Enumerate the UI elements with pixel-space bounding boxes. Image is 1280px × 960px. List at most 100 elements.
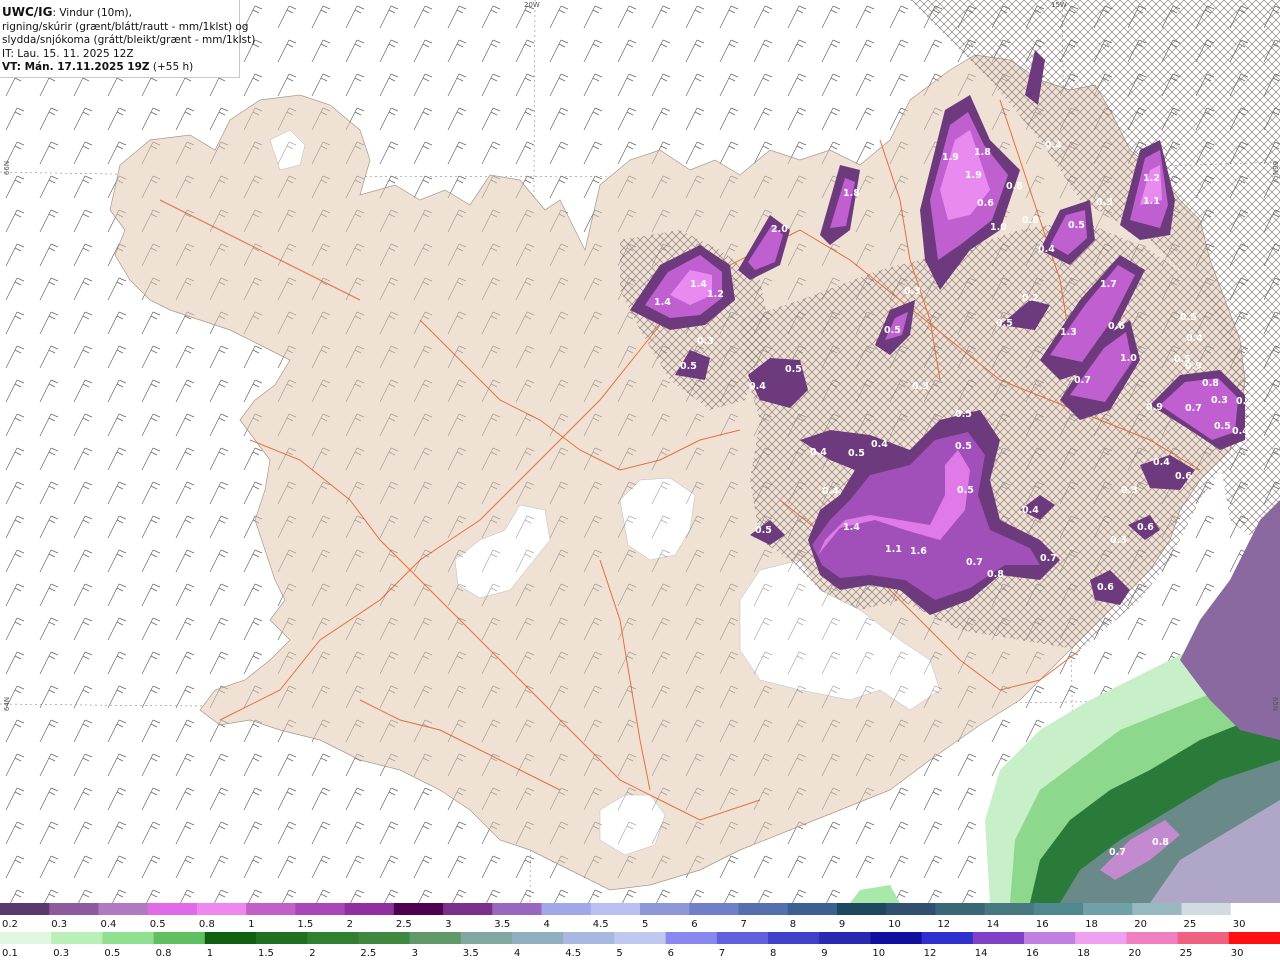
- precip-label: 0.5: [957, 485, 974, 496]
- rain-scale-label: 1.5: [258, 948, 274, 959]
- rain-scale-label: 12: [924, 948, 937, 959]
- snow-scale-swatch: [295, 903, 346, 915]
- rain-scale-label: 0.5: [104, 948, 120, 959]
- precip-label: 0.5: [955, 441, 972, 452]
- precip-label: 0.3: [1211, 395, 1228, 406]
- snow-scale-label: 7: [740, 919, 746, 930]
- rain-scale-swatch: [1228, 932, 1280, 944]
- precip-label: 0.8: [1022, 215, 1039, 226]
- rain-scale-label: 25: [1180, 948, 1193, 959]
- precip-label: 0.3: [697, 336, 714, 347]
- snow-scale-label: 0.5: [150, 919, 166, 930]
- snow-scale-label: 14: [987, 919, 1000, 930]
- precip-label: 0.6: [1137, 522, 1154, 533]
- rain-scale-swatch: [204, 932, 257, 944]
- parallel-label-65n-right: 65N: [1271, 696, 1280, 712]
- snow-scale-label: 9: [839, 919, 845, 930]
- snow-scale-label: 20: [1134, 919, 1147, 930]
- precip-label: 0.7: [1185, 403, 1202, 414]
- rain-scale-label: 9: [821, 948, 827, 959]
- rain-scale-label: 0.1: [2, 948, 18, 959]
- rain-scale-label: 30: [1231, 948, 1244, 959]
- snow-scale-swatch: [443, 903, 493, 915]
- rain-scale-swatch: [1177, 932, 1230, 944]
- snow-scale-swatch: [640, 903, 690, 915]
- rain-scale-swatch: [256, 932, 308, 944]
- rain-scale-swatch: [0, 932, 52, 944]
- snow-scale-swatch: [787, 903, 838, 915]
- snow-scale-label: 16: [1036, 919, 1049, 930]
- snow-scale-label: 0.8: [199, 919, 215, 930]
- precip-label: 1.2: [707, 289, 724, 300]
- precip-label: 0.4: [1038, 244, 1055, 255]
- snow-scale-label: 4: [544, 919, 550, 930]
- snow-scale-swatch: [147, 903, 198, 915]
- valid-time-rest: (+55 h): [149, 61, 194, 73]
- rain-scale-swatch: [409, 932, 462, 944]
- weather-map: 1.9 1.8 1.9 0.8 0.6 1.8 2.0 1.4 1.4 1.2 …: [0, 0, 1280, 903]
- snow-scale-swatch: [196, 903, 247, 915]
- parallel-label-64n-left: 64N: [3, 696, 12, 712]
- precip-label: 0.4: [1153, 457, 1170, 468]
- rain-scale-label: 16: [1026, 948, 1039, 959]
- precip-label: 0.4: [749, 381, 766, 392]
- map-title-box: UWC/IG: Vindur (10m), rigning/skúrir (gr…: [0, 0, 256, 78]
- precip-label: 1.1: [1143, 196, 1160, 207]
- meridian-label-20w: 20W: [524, 1, 540, 9]
- snow-scale-label: 3: [445, 919, 451, 930]
- valid-time: VT: Mán. 17.11.2025 19Z (+55 h): [2, 61, 239, 75]
- snow-scale-swatch: [984, 903, 1035, 915]
- precip-label: 0.5: [955, 409, 972, 420]
- snow-scale-label: 8: [790, 919, 796, 930]
- precip-label: 0.5: [848, 448, 865, 459]
- precip-label: 0.3: [1236, 396, 1253, 407]
- model-name: UWC/IG: [2, 5, 53, 19]
- rain-scale-swatch: [51, 932, 103, 944]
- snow-scale-swatch: [492, 903, 543, 915]
- precip-label: 0.5: [755, 525, 772, 536]
- rain-scale-label: 3.5: [463, 948, 479, 959]
- title-line-3: slydda/snjókoma (grátt/bleikt/grænt - mm…: [2, 34, 256, 46]
- precip-label: 1.9: [942, 152, 959, 163]
- precip-label: 0.9: [1185, 361, 1202, 372]
- precip-label: 0.7: [1040, 553, 1057, 564]
- snow-scale-label: 10: [888, 919, 901, 930]
- rain-scale-swatch: [460, 932, 513, 944]
- rain-scale-swatch: [768, 932, 820, 944]
- snow-scale-label: 0.2: [2, 919, 18, 930]
- snow-scale-label: 5: [642, 919, 648, 930]
- rain-scale-label: 2.5: [360, 948, 376, 959]
- precip-label: 0.4: [810, 447, 827, 458]
- snow-scale-swatch: [1230, 903, 1280, 915]
- precip-label: 1.2: [1143, 173, 1160, 184]
- rain-scale-swatch: [1075, 932, 1127, 944]
- precip-label: 0.6: [1097, 582, 1114, 593]
- precip-label: 2.0: [771, 224, 788, 235]
- rain-scale-swatch: [716, 932, 769, 944]
- rain-scale-label: 3: [412, 948, 418, 959]
- meridian-label-15w: 15W: [1051, 1, 1067, 9]
- precip-label: 1.7: [1100, 279, 1117, 290]
- rain-scale-swatch: [358, 932, 411, 944]
- snow-scale-swatch: [836, 903, 887, 915]
- snow-scale-swatch: [738, 903, 789, 915]
- precip-label: 0.8: [1006, 181, 1023, 192]
- rain-scale-swatch: [614, 932, 667, 944]
- snow-scale-swatch: [1033, 903, 1084, 915]
- precip-label: 1.3: [1060, 327, 1077, 338]
- rain-scale-swatch: [102, 932, 155, 944]
- title-line-1-rest: : Vindur (10m),: [52, 7, 132, 19]
- snow-scale-swatch: [1083, 903, 1133, 915]
- rain-scale-label: 0.3: [53, 948, 69, 959]
- snow-scale-swatch: [1181, 903, 1232, 915]
- rain-scale-swatch: [1126, 932, 1179, 944]
- rain-scale-swatch: [870, 932, 923, 944]
- snow-scale-label: 18: [1085, 919, 1098, 930]
- color-scale-panel: 0.2 0.3 0.4 0.5 0.8 1 1.5 2 2.5 3 3.5 4 4.5 5 6 7 8 9 10 12…: [0, 903, 1280, 960]
- rain-scale-swatch: [512, 932, 564, 944]
- rain-scale-swatch: [665, 932, 718, 944]
- rain-scale-swatch: [153, 932, 206, 944]
- snow-scale-label: 12: [937, 919, 950, 930]
- precip-label: 0.9: [1146, 402, 1163, 413]
- rain-scale-swatch: [819, 932, 871, 944]
